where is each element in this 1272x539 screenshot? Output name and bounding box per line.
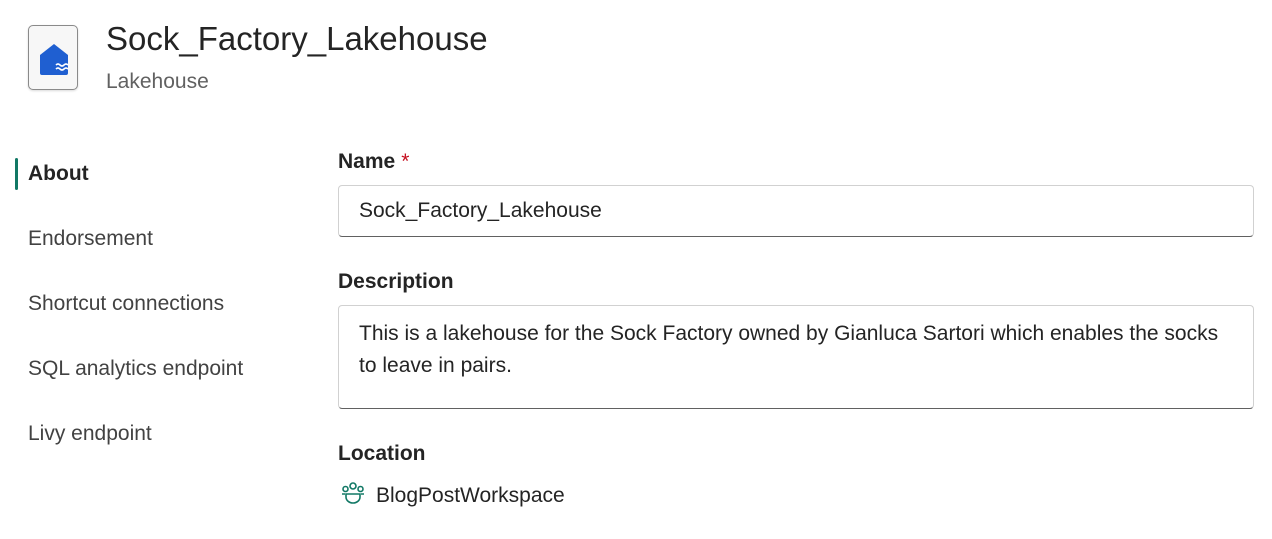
- name-label-text: Name: [338, 150, 396, 173]
- name-input[interactable]: Sock_Factory_Lakehouse: [338, 185, 1254, 237]
- item-type-label: Lakehouse: [106, 70, 209, 93]
- workspace-icon: [340, 480, 366, 512]
- required-marker: *: [401, 150, 410, 173]
- sidebar-item-about[interactable]: About: [28, 162, 89, 186]
- name-label: Name *: [338, 150, 409, 174]
- sidebar-item-sql-analytics-endpoint[interactable]: SQL analytics endpoint: [28, 357, 243, 381]
- sidebar-item-shortcut-connections[interactable]: Shortcut connections: [28, 292, 224, 316]
- lakehouse-icon: [28, 25, 78, 90]
- lakehouse-settings-page: Sock_Factory_Lakehouse Lakehouse About E…: [0, 0, 1272, 539]
- sidebar-item-endorsement[interactable]: Endorsement: [28, 227, 153, 251]
- location-value: BlogPostWorkspace: [376, 484, 565, 507]
- sidebar-item-livy-endpoint[interactable]: Livy endpoint: [28, 422, 152, 446]
- location-label: Location: [338, 442, 426, 465]
- active-indicator: [15, 158, 18, 190]
- location-value-row: BlogPostWorkspace: [340, 480, 565, 512]
- description-textarea[interactable]: This is a lakehouse for the Sock Factory…: [338, 305, 1254, 409]
- page-title: Sock_Factory_Lakehouse: [106, 20, 488, 57]
- description-label: Description: [338, 270, 454, 293]
